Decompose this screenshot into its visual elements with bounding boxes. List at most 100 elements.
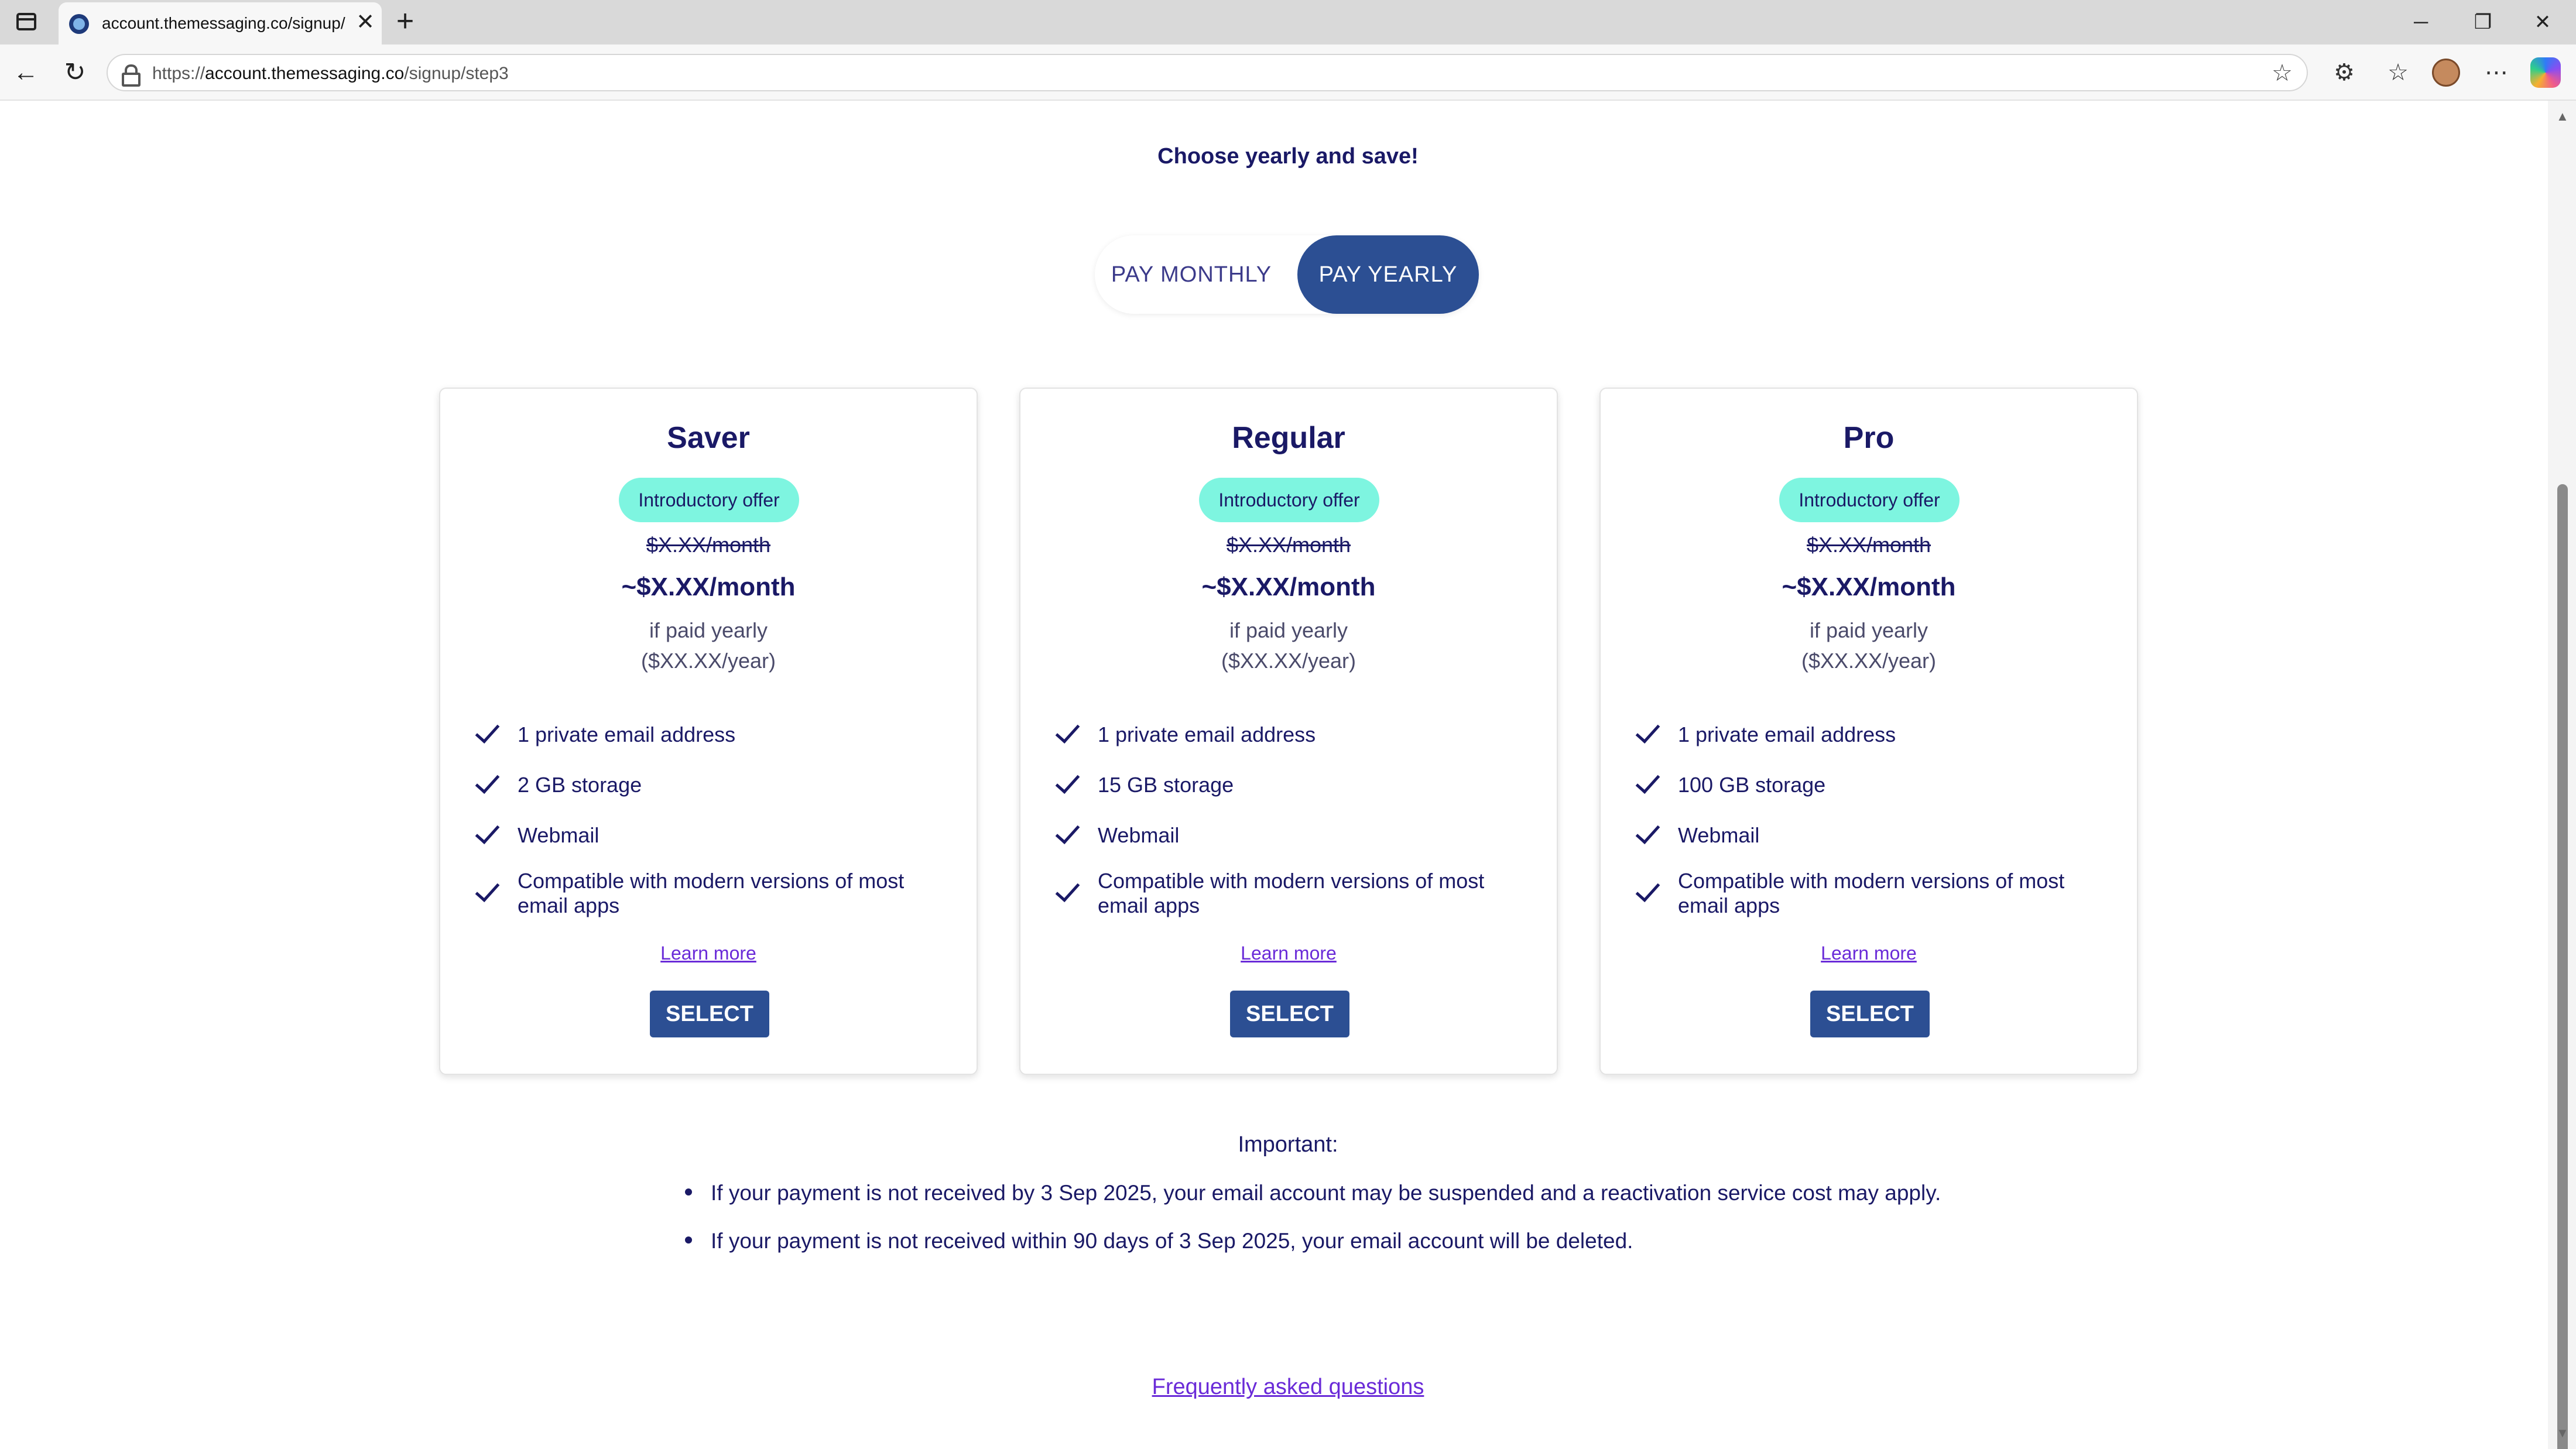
- old-price: $X.XX/month: [1226, 533, 1351, 557]
- feature-item: 15 GB storage: [1056, 760, 1524, 810]
- check-icon: [1056, 770, 1079, 793]
- extensions-icon[interactable]: ⚙: [2327, 55, 2362, 90]
- page-content: · · · · Choose yearly and save! PAY MONT…: [0, 101, 2548, 1449]
- feature-item: Compatible with modern versions of most …: [475, 861, 944, 926]
- feature-list: 1 private email address 15 GB storage We…: [1056, 710, 1524, 926]
- learn-more-link[interactable]: Learn more: [440, 943, 977, 964]
- old-price: $X.XX/month: [646, 533, 771, 557]
- feature-item: 1 private email address: [475, 710, 944, 760]
- check-icon: [1636, 878, 1659, 902]
- feature-item: 100 GB storage: [1636, 760, 2104, 810]
- lock-icon[interactable]: [122, 64, 141, 87]
- tab-title: account.themessaging.co/signup/: [102, 14, 345, 32]
- select-regular-button[interactable]: SELECT: [1230, 991, 1349, 1037]
- feature-label: Compatible with modern versions of most …: [518, 869, 905, 917]
- feature-item: Webmail: [1056, 810, 1524, 861]
- feature-label: 1 private email address: [518, 722, 736, 746]
- reload-button[interactable]: ↻: [57, 55, 93, 90]
- globe-icon: [69, 14, 89, 34]
- feature-label: Compatible with modern versions of most …: [1678, 869, 2065, 917]
- select-pro-button[interactable]: SELECT: [1810, 991, 1930, 1037]
- feature-label: 1 private email address: [1678, 722, 1896, 746]
- feature-item: 2 GB storage: [475, 760, 944, 810]
- offer-badge: Introductory offer: [1199, 478, 1379, 522]
- active-tab[interactable]: account.themessaging.co/signup/ ✕: [59, 2, 382, 44]
- feature-label: 2 GB storage: [518, 773, 642, 797]
- tab-bar: account.themessaging.co/signup/ ✕ + ─ ❐ …: [0, 0, 2576, 44]
- bullet-icon: [685, 1188, 692, 1195]
- back-button[interactable]: ←: [8, 55, 43, 90]
- pay-yearly-button[interactable]: PAY YEARLY: [1297, 235, 1479, 314]
- more-menu-icon[interactable]: ⋯: [2479, 55, 2514, 90]
- feature-label: Webmail: [1678, 823, 1760, 847]
- tab-actions-icon[interactable]: [16, 13, 36, 30]
- scroll-thumb[interactable]: [2557, 484, 2568, 1449]
- feature-list: 1 private email address 2 GB storage Web…: [475, 710, 944, 926]
- check-icon: [1636, 820, 1659, 844]
- minimize-button[interactable]: ─: [2395, 5, 2447, 40]
- plan-name: Regular: [1232, 421, 1345, 455]
- plan-card-pro: Pro Introductory offer $X.XX/month ~$X.X…: [1599, 388, 2138, 1075]
- notice-item: If your payment is not received by 3 Sep…: [685, 1180, 2032, 1228]
- clipped-intro-text: · · · ·: [995, 101, 1581, 112]
- restore-button[interactable]: ❐: [2457, 5, 2509, 40]
- scroll-up-icon[interactable]: ▲: [2556, 109, 2569, 124]
- favorites-icon[interactable]: ☆: [2380, 55, 2416, 90]
- learn-more-link[interactable]: Learn more: [1020, 943, 1557, 964]
- feature-label: Webmail: [1098, 823, 1180, 847]
- feature-label: 15 GB storage: [1098, 773, 1234, 797]
- new-tab-button[interactable]: +: [389, 6, 422, 39]
- notice-text: If your payment is not received within 9…: [711, 1229, 1633, 1253]
- check-icon: [1636, 770, 1659, 793]
- pay-monthly-button[interactable]: PAY MONTHLY: [1095, 235, 1288, 314]
- feature-item: Compatible with modern versions of most …: [1056, 861, 1524, 926]
- check-icon: [1056, 820, 1079, 844]
- page-headline: Choose yearly and save!: [1157, 144, 1419, 169]
- new-price: ~$X.XX/month: [1782, 573, 1956, 601]
- new-price: ~$X.XX/month: [1201, 573, 1376, 601]
- url-input[interactable]: https://account.themessaging.co/signup/s…: [107, 54, 2308, 91]
- notice-item: If your payment is not received within 9…: [685, 1228, 2032, 1276]
- feature-item: Webmail: [475, 810, 944, 861]
- offer-badge: Introductory offer: [1779, 478, 1960, 522]
- faq-link[interactable]: Frequently asked questions: [995, 1375, 1581, 1400]
- year-price: ($XX.XX/year): [1801, 649, 1937, 673]
- url-prefix: https://: [152, 64, 205, 83]
- check-icon: [475, 770, 499, 793]
- offer-badge: Introductory offer: [619, 478, 799, 522]
- feature-item: 1 private email address: [1056, 710, 1524, 760]
- check-icon: [475, 820, 499, 844]
- plan-card-regular: Regular Introductory offer $X.XX/month ~…: [1019, 388, 1558, 1075]
- feature-label: 1 private email address: [1098, 722, 1316, 746]
- important-heading: Important:: [1238, 1132, 1338, 1157]
- scroll-down-icon[interactable]: ▼: [2556, 1426, 2569, 1441]
- url-path: /signup/step3: [404, 64, 509, 83]
- copilot-icon[interactable]: [2530, 57, 2561, 88]
- plan-name: Saver: [667, 421, 750, 455]
- check-icon: [475, 878, 499, 902]
- vertical-scrollbar[interactable]: ▲ ▼: [2548, 101, 2576, 1449]
- old-price: $X.XX/month: [1806, 533, 1931, 557]
- plan-name: Pro: [1843, 421, 1895, 455]
- feature-item: Webmail: [1636, 810, 2104, 861]
- feature-label: Compatible with modern versions of most …: [1098, 869, 1485, 917]
- new-price: ~$X.XX/month: [621, 573, 796, 601]
- avatar[interactable]: [2432, 59, 2460, 87]
- check-icon: [475, 720, 499, 743]
- learn-more-link[interactable]: Learn more: [1601, 943, 2137, 964]
- close-window-button[interactable]: ✕: [2516, 5, 2569, 40]
- select-saver-button[interactable]: SELECT: [650, 991, 769, 1037]
- close-tab-icon[interactable]: ✕: [351, 8, 379, 36]
- feature-label: 100 GB storage: [1678, 773, 1826, 797]
- url-text: https://account.themessaging.co/signup/s…: [152, 64, 509, 84]
- feature-item: Compatible with modern versions of most …: [1636, 861, 2104, 926]
- important-notice-list: If your payment is not received by 3 Sep…: [685, 1180, 2032, 1276]
- check-icon: [1056, 878, 1079, 902]
- feature-item: 1 private email address: [1636, 710, 2104, 760]
- paid-note: if paid yearly: [1229, 618, 1348, 642]
- year-price: ($XX.XX/year): [1221, 649, 1356, 673]
- paid-note: if paid yearly: [649, 618, 768, 642]
- feature-list: 1 private email address 100 GB storage W…: [1636, 710, 2104, 926]
- paid-note: if paid yearly: [1809, 618, 1928, 642]
- star-icon[interactable]: ☆: [2272, 60, 2293, 87]
